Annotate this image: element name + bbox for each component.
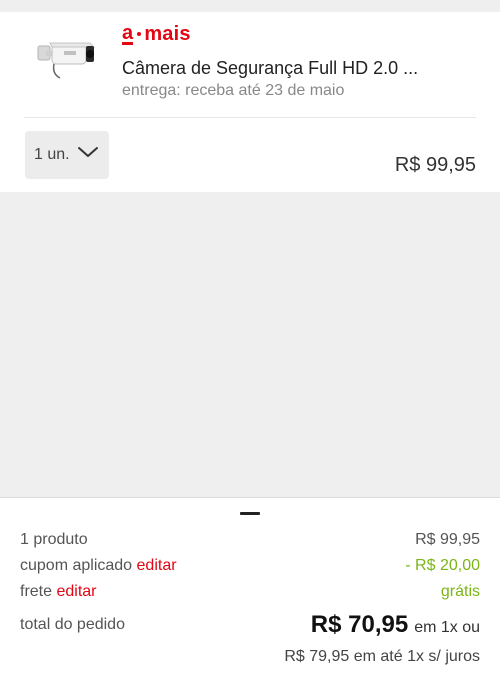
- coupon-label: cupom aplicado: [20, 557, 133, 574]
- total-amount: R$ 70,95: [310, 611, 409, 638]
- shipping-label: frete: [20, 583, 53, 600]
- shipping-value: grátis: [440, 583, 480, 600]
- shipping-label-group: frete editar: [20, 583, 97, 601]
- products-value: R$ 99,95: [415, 531, 480, 548]
- cart-item-card: a mais Câmera de Segurança Full HD 2.0 ..…: [0, 12, 500, 192]
- coupon-label-group: cupom aplicado editar: [20, 557, 177, 575]
- item-price: R$ 99,95: [394, 154, 476, 176]
- security-camera-icon[interactable]: [34, 34, 100, 96]
- drag-handle[interactable]: [240, 512, 260, 515]
- total-label: total do pedido: [20, 616, 125, 633]
- order-summary-panel: 1 produto R$ 99,95 cupom aplicado editar…: [0, 497, 500, 683]
- shipping-edit-link[interactable]: editar: [56, 583, 96, 600]
- coupon-edit-link[interactable]: editar: [137, 557, 177, 574]
- installments-text: R$ 79,95 em até 1x s/ juros: [284, 648, 480, 665]
- summary-row-products: 1 produto R$ 99,95: [20, 531, 480, 553]
- top-strip: [0, 0, 500, 12]
- delivery-estimate: entrega: receba até 23 de maio: [122, 82, 345, 99]
- chevron-down-icon: [77, 145, 99, 164]
- quantity-select[interactable]: 1 un.: [25, 131, 109, 179]
- summary-row-total: total do pedido R$ 70,95 em 1x ou: [20, 611, 480, 643]
- products-label: 1 produto: [20, 531, 88, 548]
- summary-row-coupon: cupom aplicado editar - R$ 20,00: [20, 557, 480, 579]
- brand-logo-a: a: [122, 21, 134, 45]
- total-suffix: em 1x ou: [414, 619, 480, 636]
- brand-logo-dot: [137, 32, 142, 36]
- coupon-value: - R$ 20,00: [405, 557, 480, 574]
- product-name[interactable]: Câmera de Segurança Full HD 2.0 ...: [122, 58, 472, 79]
- brand-logo: a mais: [122, 22, 191, 46]
- card-divider: [24, 117, 476, 118]
- brand-logo-text: mais: [144, 22, 191, 45]
- quantity-value: 1 un.: [34, 146, 70, 163]
- summary-row-shipping: frete editar grátis: [20, 583, 480, 605]
- total-value-group: R$ 70,95 em 1x ou: [311, 611, 480, 639]
